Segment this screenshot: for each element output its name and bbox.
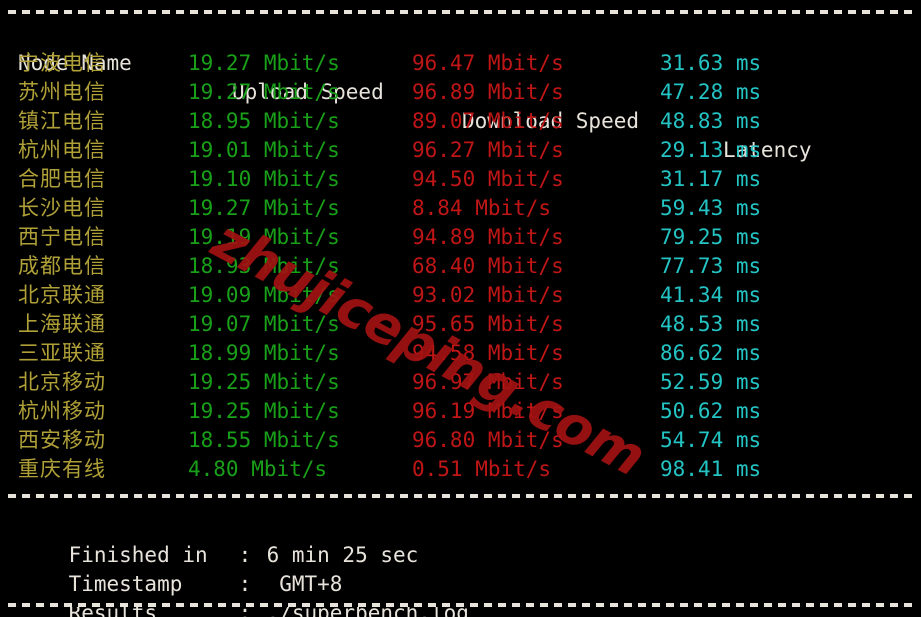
cell-node-name: 西安移动 (18, 428, 106, 452)
table-row: 杭州移动 19.25 Mbit/s 96.19 Mbit/s 50.62 ms (0, 397, 921, 426)
table-row: 西安移动 18.55 Mbit/s 96.80 Mbit/s 54.74 ms (0, 426, 921, 455)
table-row: 重庆有线 4.80 Mbit/s 0.51 Mbit/s 98.41 ms (0, 455, 921, 484)
cell-node-name: 上海联通 (18, 312, 106, 336)
terminal-window: Node Name Upload Speed Download Speed La… (0, 0, 921, 617)
table-row: 上海联通 19.07 Mbit/s 95.65 Mbit/s 48.53 ms (0, 310, 921, 339)
table-row: 长沙电信 19.27 Mbit/s 8.84 Mbit/s 59.43 ms (0, 194, 921, 223)
cell-download-speed: 96.19 Mbit/s (412, 399, 564, 423)
cell-download-speed: 93.02 Mbit/s (412, 283, 564, 307)
cell-upload-speed: 19.27 Mbit/s (188, 51, 340, 75)
cell-latency: 98.41 ms (660, 457, 762, 481)
cell-node-name: 合肥电信 (18, 167, 106, 191)
cell-node-name: 西宁电信 (18, 225, 106, 249)
cell-latency: 79.25 ms (660, 225, 762, 249)
cell-download-speed: 95.65 Mbit/s (412, 312, 564, 336)
cell-node-name: 宁波电信 (18, 51, 106, 75)
cell-latency: 50.62 ms (660, 399, 762, 423)
cell-upload-speed: 19.27 Mbit/s (188, 80, 340, 104)
cell-latency: 54.74 ms (660, 428, 762, 452)
table-row: 镇江电信 18.95 Mbit/s 89.07 Mbit/s 48.83 ms (0, 107, 921, 136)
cell-latency: 31.63 ms (660, 51, 762, 75)
summary-results-label: Results (68, 601, 158, 617)
cell-upload-speed: 18.93 Mbit/s (188, 254, 340, 278)
cell-upload-speed: 19.07 Mbit/s (188, 312, 340, 336)
table-row: 北京移动 19.25 Mbit/s 96.97 Mbit/s 52.59 ms (0, 368, 921, 397)
summary-results-colon: : (238, 601, 252, 617)
cell-upload-speed: 18.95 Mbit/s (188, 109, 340, 133)
cell-node-name: 北京移动 (18, 370, 106, 394)
separator-top (8, 10, 915, 14)
cell-download-speed: 96.27 Mbit/s (412, 138, 564, 162)
table-row: 合肥电信 19.10 Mbit/s 94.50 Mbit/s 31.17 ms (0, 165, 921, 194)
cell-download-speed: 96.47 Mbit/s (412, 51, 564, 75)
cell-latency: 48.83 ms (660, 109, 762, 133)
cell-download-speed: 96.80 Mbit/s (412, 428, 564, 452)
cell-upload-speed: 4.80 Mbit/s (188, 457, 328, 481)
cell-upload-speed: 19.27 Mbit/s (188, 196, 340, 220)
cell-download-speed: 94.89 Mbit/s (412, 225, 564, 249)
cell-latency: 59.43 ms (660, 196, 762, 220)
cell-node-name: 杭州电信 (18, 138, 106, 162)
cell-upload-speed: 19.25 Mbit/s (188, 370, 340, 394)
cell-latency: 47.28 ms (660, 80, 762, 104)
cell-node-name: 重庆有线 (18, 457, 106, 481)
cell-upload-speed: 19.01 Mbit/s (188, 138, 340, 162)
cell-download-speed: 8.84 Mbit/s (412, 196, 552, 220)
table-row: 宁波电信 19.27 Mbit/s 96.47 Mbit/s 31.63 ms (0, 49, 921, 78)
cell-latency: 29.13 ms (660, 138, 762, 162)
separator-bottom (8, 603, 915, 607)
cell-upload-speed: 19.19 Mbit/s (188, 225, 340, 249)
table-row: 三亚联通 18.99 Mbit/s 94.58 Mbit/s 86.62 ms (0, 339, 921, 368)
table-row: 成都电信 18.93 Mbit/s 68.40 Mbit/s 77.73 ms (0, 252, 921, 281)
table-row: 苏州电信 19.27 Mbit/s 96.89 Mbit/s 47.28 ms (0, 78, 921, 107)
table-header-row: Node Name Upload Speed Download Speed La… (0, 20, 921, 162)
cell-download-speed: 96.89 Mbit/s (412, 80, 564, 104)
cell-download-speed: 96.97 Mbit/s (412, 370, 564, 394)
cell-latency: 86.62 ms (660, 341, 762, 365)
cell-node-name: 长沙电信 (18, 196, 106, 220)
cell-latency: 41.34 ms (660, 283, 762, 307)
cell-download-speed: 68.40 Mbit/s (412, 254, 564, 278)
cell-download-speed: 94.58 Mbit/s (412, 341, 564, 365)
cell-node-name: 北京联通 (18, 283, 106, 307)
table-row: 杭州电信 19.01 Mbit/s 96.27 Mbit/s 29.13 ms (0, 136, 921, 165)
cell-node-name: 杭州移动 (18, 399, 106, 423)
cell-node-name: 苏州电信 (18, 80, 106, 104)
summary-results: Results: ./superbench.log (18, 570, 469, 617)
cell-upload-speed: 19.25 Mbit/s (188, 399, 340, 423)
cell-download-speed: 94.50 Mbit/s (412, 167, 564, 191)
cell-upload-speed: 19.10 Mbit/s (188, 167, 340, 191)
cell-node-name: 三亚联通 (18, 341, 106, 365)
cell-latency: 31.17 ms (660, 167, 762, 191)
cell-node-name: 镇江电信 (18, 109, 106, 133)
cell-node-name: 成都电信 (18, 254, 106, 278)
table-row: 北京联通 19.09 Mbit/s 93.02 Mbit/s 41.34 ms (0, 281, 921, 310)
cell-download-speed: 89.07 Mbit/s (412, 109, 564, 133)
cell-download-speed: 0.51 Mbit/s (412, 457, 552, 481)
cell-upload-speed: 18.99 Mbit/s (188, 341, 340, 365)
cell-latency: 48.53 ms (660, 312, 762, 336)
cell-upload-speed: 19.09 Mbit/s (188, 283, 340, 307)
cell-latency: 52.59 ms (660, 370, 762, 394)
separator-middle (8, 494, 915, 498)
table-row: 西宁电信 19.19 Mbit/s 94.89 Mbit/s 79.25 ms (0, 223, 921, 252)
cell-latency: 77.73 ms (660, 254, 762, 278)
cell-upload-speed: 18.55 Mbit/s (188, 428, 340, 452)
